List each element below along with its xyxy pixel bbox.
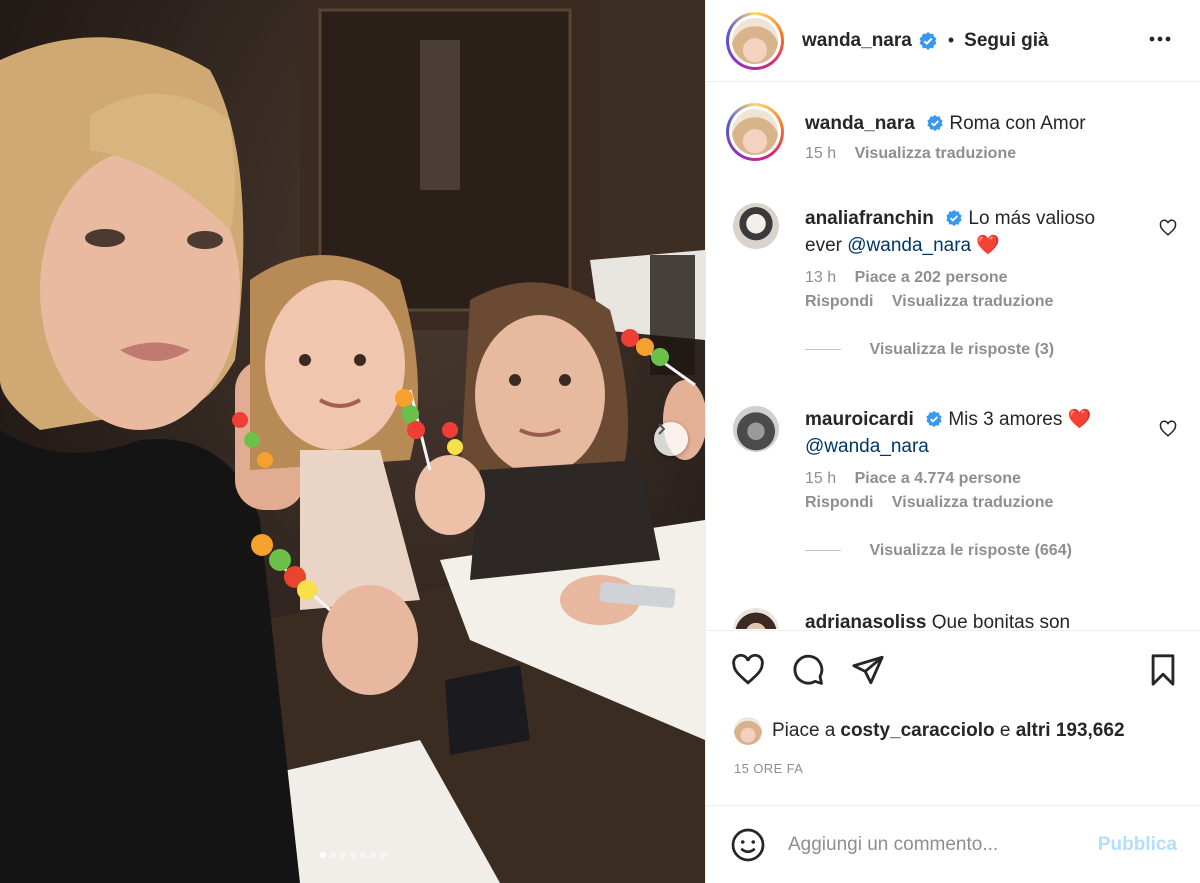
comment-translate-link[interactable]: Visualizza traduzione [892, 293, 1054, 310]
replies-divider [805, 349, 841, 351]
reply-button[interactable]: Rispondi [805, 494, 873, 511]
reply-button[interactable]: Rispondi [805, 293, 873, 310]
liker-avatar [734, 717, 762, 745]
heart-icon[interactable] [730, 653, 766, 687]
post-timestamp[interactable]: 15 ORE FA [734, 761, 803, 776]
post-photo[interactable] [0, 0, 705, 883]
author-avatar[interactable] [726, 11, 784, 70]
verified-badge-icon [946, 209, 962, 227]
more-horizontal-icon[interactable] [1147, 26, 1173, 52]
verified-badge-icon [919, 31, 937, 50]
comment-avatar[interactable] [733, 608, 779, 629]
header-separator: • [947, 30, 955, 50]
comments-list[interactable]: wanda_nara Roma con Amor 15 h Visualizza… [706, 83, 1200, 629]
caption-translate-link[interactable]: Visualizza traduzione [855, 145, 1017, 162]
caption: wanda_nara Roma con Amor 15 h Visualizza… [805, 110, 1175, 163]
carousel-next-button[interactable] [654, 422, 688, 456]
likes-prefix: Piace a [772, 720, 836, 741]
comment-text: Mis 3 amores [948, 409, 1068, 430]
comment-mention[interactable]: @wanda_nara [805, 436, 929, 457]
author-username[interactable]: wanda_nara [802, 30, 912, 52]
post-side-panel: wanda_nara • Segui già wanda_nara Roma c… [705, 0, 1200, 883]
comment-avatar[interactable] [733, 203, 779, 249]
carousel-dot [319, 852, 326, 858]
caption-time[interactable]: 15 h [805, 145, 836, 162]
red-heart-emoji: ❤️ [976, 235, 1001, 256]
comment-translate-link[interactable]: Visualizza traduzione [892, 494, 1054, 511]
likes-middle: e [994, 720, 1016, 741]
caption-username[interactable]: wanda_nara [805, 113, 915, 134]
carousel-dot [339, 852, 346, 858]
carousel-dot [369, 852, 376, 858]
comment-item: analiafranchin Lo más valioso ever @wand… [805, 205, 1135, 359]
comment-username[interactable]: mauroicardi [805, 409, 914, 430]
view-replies-button[interactable]: Visualizza le risposte (664) [869, 542, 1071, 559]
carousel-dot [329, 852, 336, 858]
post-actions: Piace a costy_caracciolo e altri 193,662… [706, 630, 1200, 805]
publish-button[interactable]: Pubblica [1098, 834, 1177, 856]
caption-avatar[interactable] [726, 103, 784, 161]
likes-summary[interactable]: Piace a costy_caracciolo e altri 193,662 [734, 717, 1125, 745]
comment-time[interactable]: 15 h [805, 470, 836, 487]
verified-badge-icon [927, 114, 943, 132]
comment-likes[interactable]: Piace a 202 persone [855, 269, 1008, 286]
replies-divider [805, 550, 841, 552]
comment-heart-icon[interactable] [1159, 420, 1177, 438]
carousel-dot [379, 852, 386, 858]
carousel-dot [359, 852, 366, 858]
post-header: wanda_nara • Segui già [706, 0, 1200, 82]
comment-likes[interactable]: Piace a 4.774 persone [855, 470, 1021, 487]
carousel-dot [349, 852, 356, 858]
send-icon[interactable] [850, 653, 886, 687]
chevron-right-icon [658, 423, 666, 435]
comment-mention[interactable]: @wanda_nara [847, 235, 971, 256]
comment-input[interactable] [788, 833, 1098, 856]
comment-username[interactable]: adrianasoliss [805, 612, 926, 629]
follow-status-button[interactable]: Segui già [964, 30, 1048, 52]
comment-username[interactable]: analiafranchin [805, 208, 934, 229]
comment-item: adrianasoliss Que bonitas son [805, 609, 1135, 629]
comment-heart-icon[interactable] [1159, 219, 1177, 237]
view-replies-button[interactable]: Visualizza le risposte (3) [869, 341, 1054, 358]
comment-avatar[interactable] [733, 406, 779, 452]
add-comment-bar: Pubblica [706, 805, 1200, 883]
bookmark-icon[interactable] [1146, 653, 1180, 687]
comment-item: mauroicardi Mis 3 amores ❤️ @wanda_nara … [805, 406, 1135, 560]
comment-icon[interactable] [790, 653, 826, 687]
photo-illustration [0, 0, 705, 883]
liker-username[interactable]: costy_caracciolo [840, 720, 994, 742]
comment-time[interactable]: 13 h [805, 269, 836, 286]
caption-text: Roma con Amor [949, 113, 1086, 134]
red-heart-emoji: ❤️ [1067, 409, 1092, 430]
carousel-indicator [0, 852, 705, 858]
likes-others[interactable]: altri 193,662 [1016, 720, 1125, 742]
smiley-icon[interactable] [730, 827, 766, 863]
comment-text: Que bonitas son [931, 612, 1071, 629]
verified-badge-icon [926, 410, 942, 428]
